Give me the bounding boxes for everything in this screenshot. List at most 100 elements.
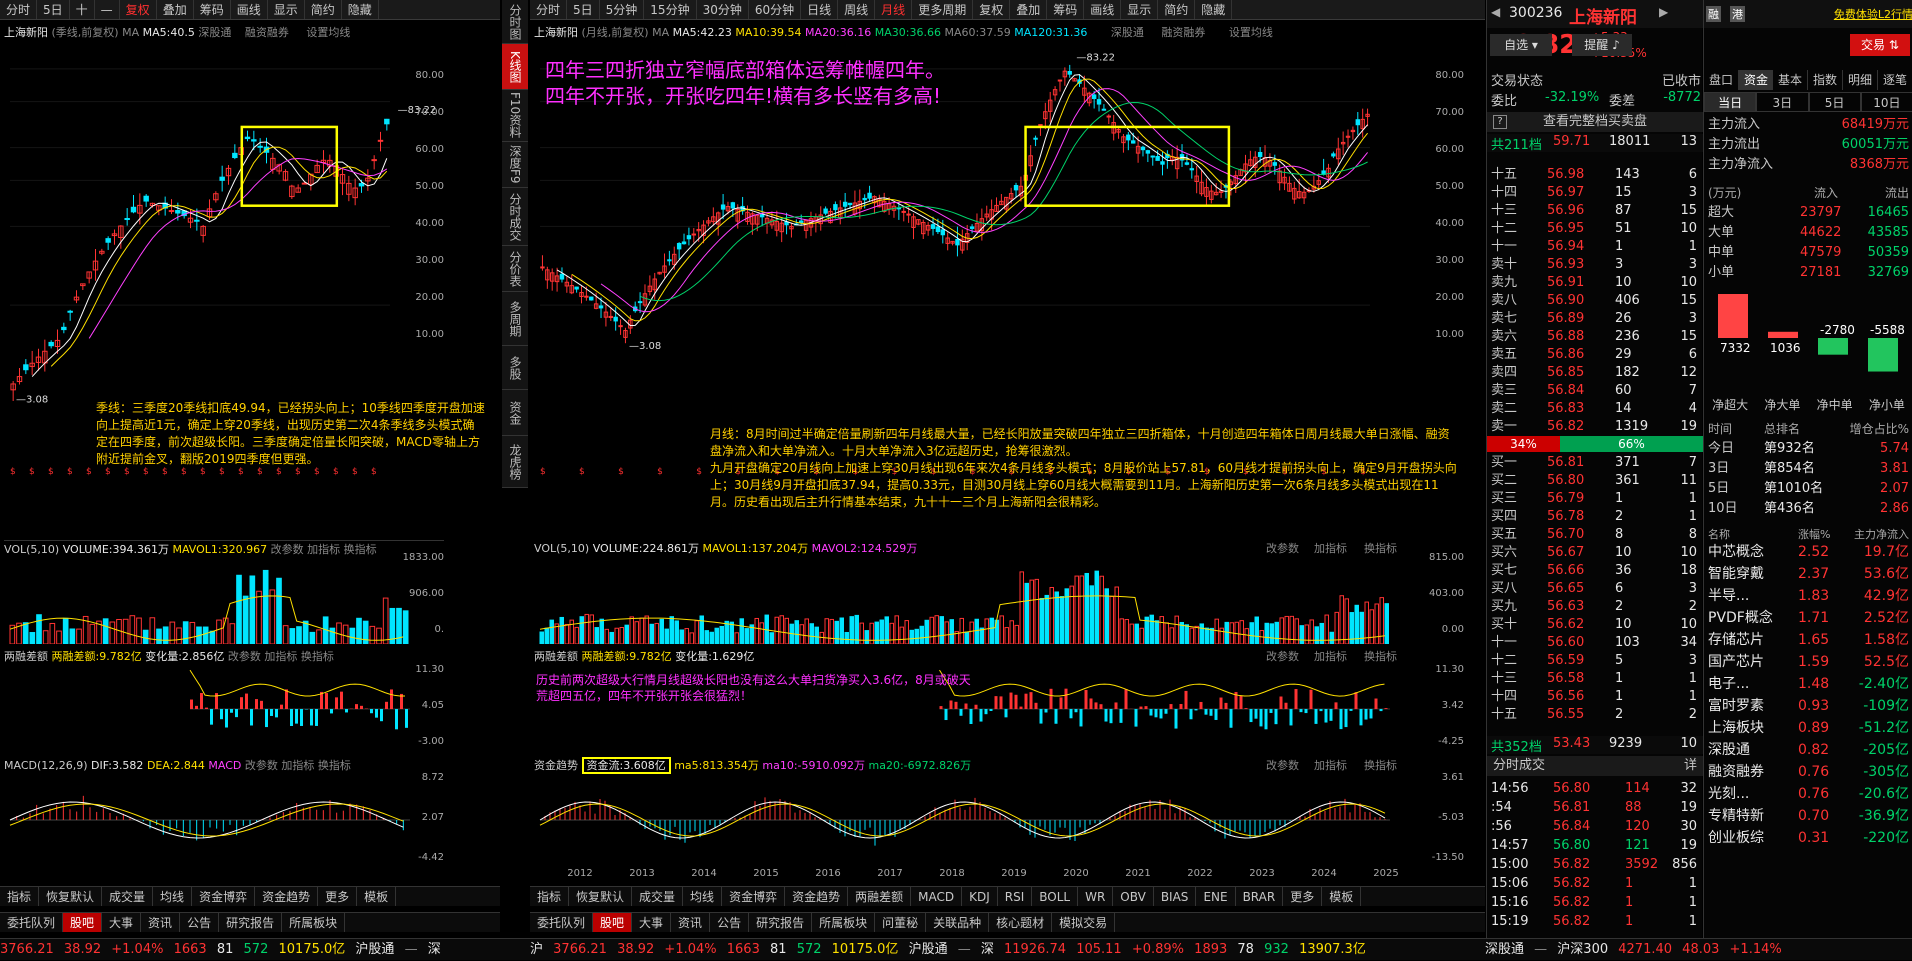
toolbar-item-0[interactable]: 分时 xyxy=(530,0,567,20)
tab-4[interactable]: 公告 xyxy=(710,913,749,932)
left-rz-add[interactable]: 加指标 xyxy=(264,650,297,663)
concept-row[interactable]: 光刻...0.76-20.6亿 xyxy=(1704,786,1912,803)
tab-7[interactable]: 问董秘 xyxy=(875,913,926,932)
toolbar-item-16[interactable]: 隐藏 xyxy=(1195,0,1232,20)
see-all-orderbook-button[interactable]: 查看完整档买卖盘 xyxy=(1487,112,1703,132)
tab-14[interactable]: ENE xyxy=(1196,887,1235,906)
tab-5[interactable]: 资金趋势 xyxy=(785,887,848,906)
tab-5[interactable]: 资金趋势 xyxy=(255,887,318,906)
fund-tab-3[interactable]: 指数 xyxy=(1808,70,1843,90)
left-macd-add[interactable]: 加指标 xyxy=(281,759,314,772)
toolbar-item-15[interactable]: 简约 xyxy=(1158,0,1195,20)
trade-button[interactable]: 交易 ⇅ xyxy=(1850,34,1910,56)
left-macd-param[interactable]: 改参数 xyxy=(245,759,278,772)
mid-vol-switch[interactable]: 换指标 xyxy=(1364,540,1397,558)
concept-row[interactable]: 智能穿戴2.3753.6亿 xyxy=(1704,566,1912,583)
toolbar-item-7[interactable]: 周线 xyxy=(838,0,875,20)
mid-vol-param[interactable]: 改参数 xyxy=(1266,540,1299,558)
left-rz-param[interactable]: 改参数 xyxy=(228,650,261,663)
toolbar-item-10[interactable]: 复权 xyxy=(973,0,1010,20)
left-vol-add[interactable]: 加指标 xyxy=(307,543,340,556)
tab-3[interactable]: 资讯 xyxy=(671,913,710,932)
toolbar-item-6[interactable]: 筹码 xyxy=(194,0,231,20)
tab-0[interactable]: 指标 xyxy=(530,887,569,906)
alert-button[interactable]: 提醒 ♪ xyxy=(1572,34,1632,56)
toolbar-item-1[interactable]: 5日 xyxy=(567,0,600,20)
fund-tab-5[interactable]: 逐笔 xyxy=(1878,70,1912,90)
tab-8[interactable]: 关联品种 xyxy=(926,913,989,932)
toolbar-item-4[interactable]: 复权 xyxy=(120,0,157,20)
fund-day-2[interactable]: 5日 xyxy=(1809,92,1861,112)
tab-10[interactable]: 模拟交易 xyxy=(1052,913,1115,932)
tab-4[interactable]: 公告 xyxy=(180,913,219,932)
left-ma-settings[interactable]: 设置均线 xyxy=(306,26,350,39)
hgt-link-mid[interactable]: 沪股通 xyxy=(909,942,948,957)
side-tab-0[interactable]: 分时图 xyxy=(502,0,528,44)
tab-16[interactable]: 更多 xyxy=(1283,887,1322,906)
concept-row[interactable]: 专精特新0.70-36.9亿 xyxy=(1704,808,1912,825)
mid-flow-param[interactable]: 改参数 xyxy=(1266,757,1299,775)
side-tab-2[interactable]: F10资料 xyxy=(502,90,528,142)
side-tab-5[interactable]: 分价表 xyxy=(502,246,528,292)
concept-row[interactable]: 国产芯片1.5952.5亿 xyxy=(1704,654,1912,671)
toolbar-item-4[interactable]: 30分钟 xyxy=(697,0,749,20)
fund-tab-0[interactable]: 盘口 xyxy=(1704,70,1739,90)
hgt-link-left[interactable]: 沪股通 xyxy=(355,942,394,957)
tab-13[interactable]: BIAS xyxy=(1154,887,1197,906)
tab-4[interactable]: 资金博弈 xyxy=(192,887,255,906)
side-tab-4[interactable]: 分时成交 xyxy=(502,188,528,246)
next-stock-icon[interactable]: ▶ xyxy=(1659,5,1668,19)
fund-day-0[interactable]: 当日 xyxy=(1704,92,1756,112)
tab-9[interactable]: 核心题材 xyxy=(989,913,1052,932)
fund-day-1[interactable]: 3日 xyxy=(1756,92,1808,112)
toolbar-item-9[interactable]: 更多周期 xyxy=(912,0,973,20)
tab-2[interactable]: 大事 xyxy=(632,913,671,932)
concept-row[interactable]: 半导...1.8342.9亿 xyxy=(1704,588,1912,605)
toolbar-item-1[interactable]: 5日 xyxy=(37,0,70,20)
left-rzrq-link[interactable]: 融资融券 xyxy=(245,26,289,39)
concept-row[interactable]: 融资融券0.76-305亿 xyxy=(1704,764,1912,781)
left-rz-switch[interactable]: 换指标 xyxy=(301,650,334,663)
tab-9[interactable]: RSI xyxy=(998,887,1033,906)
side-tab-1[interactable]: K线图 xyxy=(502,44,528,90)
tab-2[interactable]: 成交量 xyxy=(632,887,683,906)
toolbar-item-11[interactable]: 叠加 xyxy=(1010,0,1047,20)
tab-2[interactable]: 成交量 xyxy=(102,887,153,906)
mid-rz-switch[interactable]: 换指标 xyxy=(1364,648,1397,666)
tab-17[interactable]: 模板 xyxy=(1322,887,1361,906)
ticks-detail-button[interactable]: 详 xyxy=(1684,756,1697,776)
mid-flow-add[interactable]: 加指标 xyxy=(1314,757,1347,775)
left-vol-param[interactable]: 改参数 xyxy=(271,543,304,556)
fund-tab-2[interactable]: 基本 xyxy=(1773,70,1808,90)
mid-rz-param[interactable]: 改参数 xyxy=(1266,648,1299,666)
sgt-link[interactable]: 深股通 xyxy=(1485,942,1524,957)
toolbar-item-7[interactable]: 画线 xyxy=(231,0,268,20)
fund-tab-4[interactable]: 明细 xyxy=(1843,70,1878,90)
toolbar-item-2[interactable]: 5分钟 xyxy=(600,0,645,20)
side-tab-3[interactable]: 深度F9 xyxy=(502,142,528,188)
tab-5[interactable]: 研究报告 xyxy=(749,913,812,932)
tab-6[interactable]: 所属板块 xyxy=(282,913,345,932)
tab-1[interactable]: 恢复默认 xyxy=(569,887,632,906)
toolbar-item-13[interactable]: 画线 xyxy=(1084,0,1121,20)
tab-3[interactable]: 均线 xyxy=(153,887,192,906)
toolbar-item-12[interactable]: 筹码 xyxy=(1047,0,1084,20)
tab-0[interactable]: 指标 xyxy=(0,887,39,906)
tab-1[interactable]: 股吧 xyxy=(593,913,632,932)
tab-6[interactable]: 两融差额 xyxy=(848,887,911,906)
concept-row[interactable]: 中芯概念2.5219.7亿 xyxy=(1704,544,1912,561)
concept-row[interactable]: 电子...1.48-2.40亿 xyxy=(1704,676,1912,693)
mid-rzrq-link[interactable]: 融资融券 xyxy=(1161,26,1205,39)
left-sgt-link[interactable]: 深股通 xyxy=(198,26,231,39)
toolbar-item-8[interactable]: 月线 xyxy=(875,0,912,20)
toolbar-item-2[interactable]: 十 xyxy=(70,0,95,20)
tab-11[interactable]: WR xyxy=(1078,887,1113,906)
toolbar-item-3[interactable]: 15分钟 xyxy=(644,0,696,20)
toolbar-item-14[interactable]: 显示 xyxy=(1121,0,1158,20)
mid-vol-add[interactable]: 加指标 xyxy=(1314,540,1347,558)
concept-row[interactable]: 富时罗素0.93-109亿 xyxy=(1704,698,1912,715)
toolbar-item-3[interactable]: — xyxy=(95,0,120,20)
tab-1[interactable]: 恢复默认 xyxy=(39,887,102,906)
toolbar-item-10[interactable]: 隐藏 xyxy=(342,0,379,20)
prev-stock-icon[interactable]: ◀ xyxy=(1491,5,1500,19)
